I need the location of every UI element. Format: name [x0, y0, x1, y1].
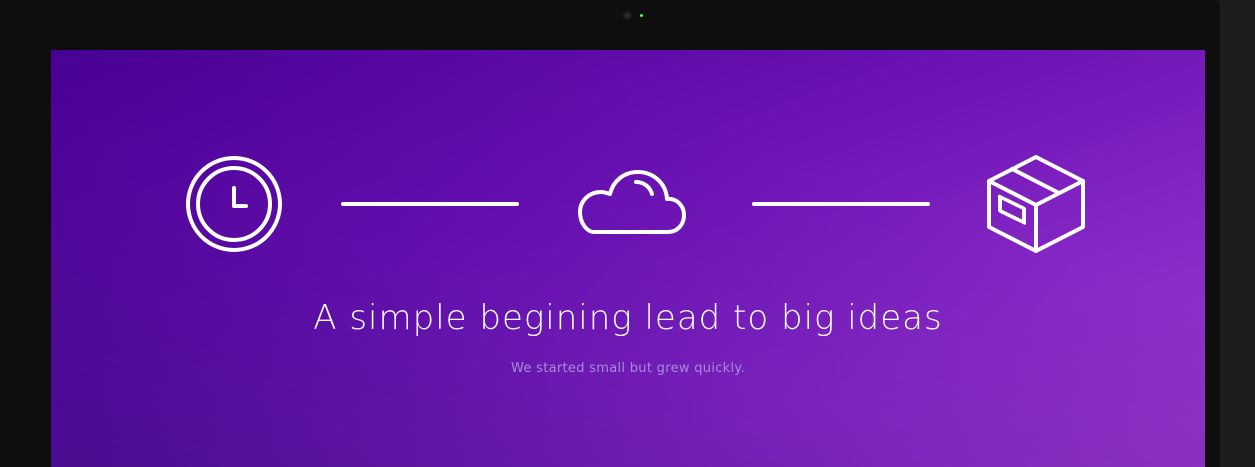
timeline-icons	[51, 150, 1205, 260]
device-frame: A simple begining lead to big ideas We s…	[0, 0, 1255, 467]
cloud-icon	[578, 170, 686, 234]
hero-subheadline: We started small but grew quickly.	[511, 361, 745, 376]
timeline-connector-line	[341, 202, 519, 206]
webcam-led-indicator	[640, 14, 643, 17]
hero-section: A simple begining lead to big ideas We s…	[51, 50, 1205, 467]
timeline-connector-line	[752, 202, 930, 206]
webcam-icon	[623, 11, 632, 20]
clock-icon	[186, 156, 282, 252]
box-icon	[987, 155, 1085, 253]
hero-headline: A simple begining lead to big ideas	[313, 298, 943, 338]
